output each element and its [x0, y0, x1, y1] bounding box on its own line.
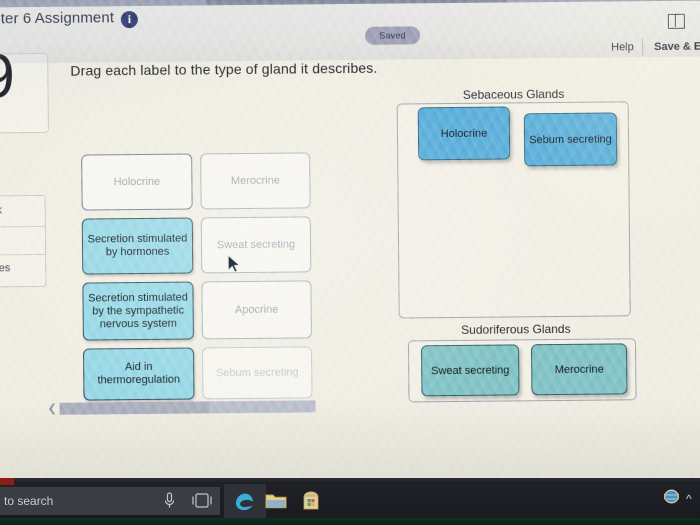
photographed-screen: apter 6 Assignment i Saved Help Save & E… [0, 0, 700, 525]
sidebar-item-references[interactable]: erences [0, 262, 10, 274]
label-bank-horizontal-scrollbar[interactable]: ❮ [48, 400, 316, 415]
drop-zone-sudoriferous[interactable]: Sweat secreting Merocrine [407, 338, 637, 403]
file-explorer-icon[interactable] [265, 492, 287, 515]
scrollbar-thumb[interactable] [59, 401, 210, 415]
drop-zone-title-sebaceous: Sebaceous Glands [462, 86, 565, 102]
scroll-left-arrow-icon[interactable]: ❮ [48, 402, 57, 415]
microsoft-store-icon[interactable] [301, 490, 321, 516]
placed-tile-sweat-secreting[interactable]: Sweat secreting [420, 344, 520, 397]
question-pager: ❮ Prev 9 of 24 Next ❯ [0, 423, 700, 478]
edge-browser-icon[interactable] [232, 490, 256, 519]
info-icon[interactable]: i [120, 11, 138, 29]
weather-globe-icon[interactable] [663, 489, 680, 507]
left-rail-tools-box: eBook Print erences [0, 194, 47, 288]
label-bank: Holocrine Merocrine Secretion stimulated… [81, 152, 315, 412]
drop-zone-sebaceous[interactable]: Holocrine Sebum secreting [396, 101, 631, 319]
drop-zone-title-sudoriferous: Sudoriferous Glands [461, 321, 571, 337]
label-tile-thermoregulation[interactable]: Aid in thermoregulation [83, 347, 195, 401]
assignment-title: apter 6 Assignment [0, 9, 115, 28]
screen-edge-artifact [0, 478, 14, 485]
rail-divider [0, 225, 45, 228]
question-prompt: Drag each label to the type of gland it … [70, 59, 378, 79]
label-tile-secretion-hormones[interactable]: Secretion stimulated by hormones [81, 217, 194, 275]
label-tile-holocrine-slot[interactable]: Holocrine [81, 153, 193, 211]
placed-tile-merocrine[interactable]: Merocrine [530, 343, 628, 396]
cortana-mic-icon[interactable] [163, 492, 176, 515]
header-divider [642, 38, 644, 57]
task-view-icon[interactable] [192, 493, 212, 513]
placed-tile-sebum-secreting[interactable]: Sebum secreting [523, 112, 618, 167]
question-number: 9 [0, 42, 16, 112]
status-badge-saved: Saved [364, 26, 421, 45]
monitor-screen: apter 6 Assignment i Saved Help Save & E… [0, 0, 700, 492]
mouse-cursor [227, 254, 241, 279]
label-tile-sebum-secreting[interactable]: Sebum secreting [202, 346, 313, 400]
label-tile-secretion-sympathetic[interactable]: Secretion stimulated by the sympathetic … [82, 281, 194, 341]
photo-background [0, 518, 700, 525]
label-tile-sweat-secreting[interactable]: Sweat secreting [200, 216, 312, 274]
help-button[interactable]: Help [611, 41, 634, 53]
rail-divider [0, 253, 46, 256]
label-tile-apocrine[interactable]: Apocrine [201, 280, 312, 340]
show-hidden-icons-chevron[interactable]: ^ [686, 492, 692, 506]
search-input-text[interactable]: to search [4, 494, 53, 508]
label-tile-merocrine-slot[interactable]: Merocrine [200, 152, 311, 210]
placed-tile-holocrine[interactable]: Holocrine [417, 106, 511, 161]
reader-view-icon[interactable] [667, 13, 685, 29]
save-and-exit-button[interactable]: Save & E [654, 41, 700, 53]
sidebar-item-ebook[interactable]: eBook [0, 204, 2, 216]
